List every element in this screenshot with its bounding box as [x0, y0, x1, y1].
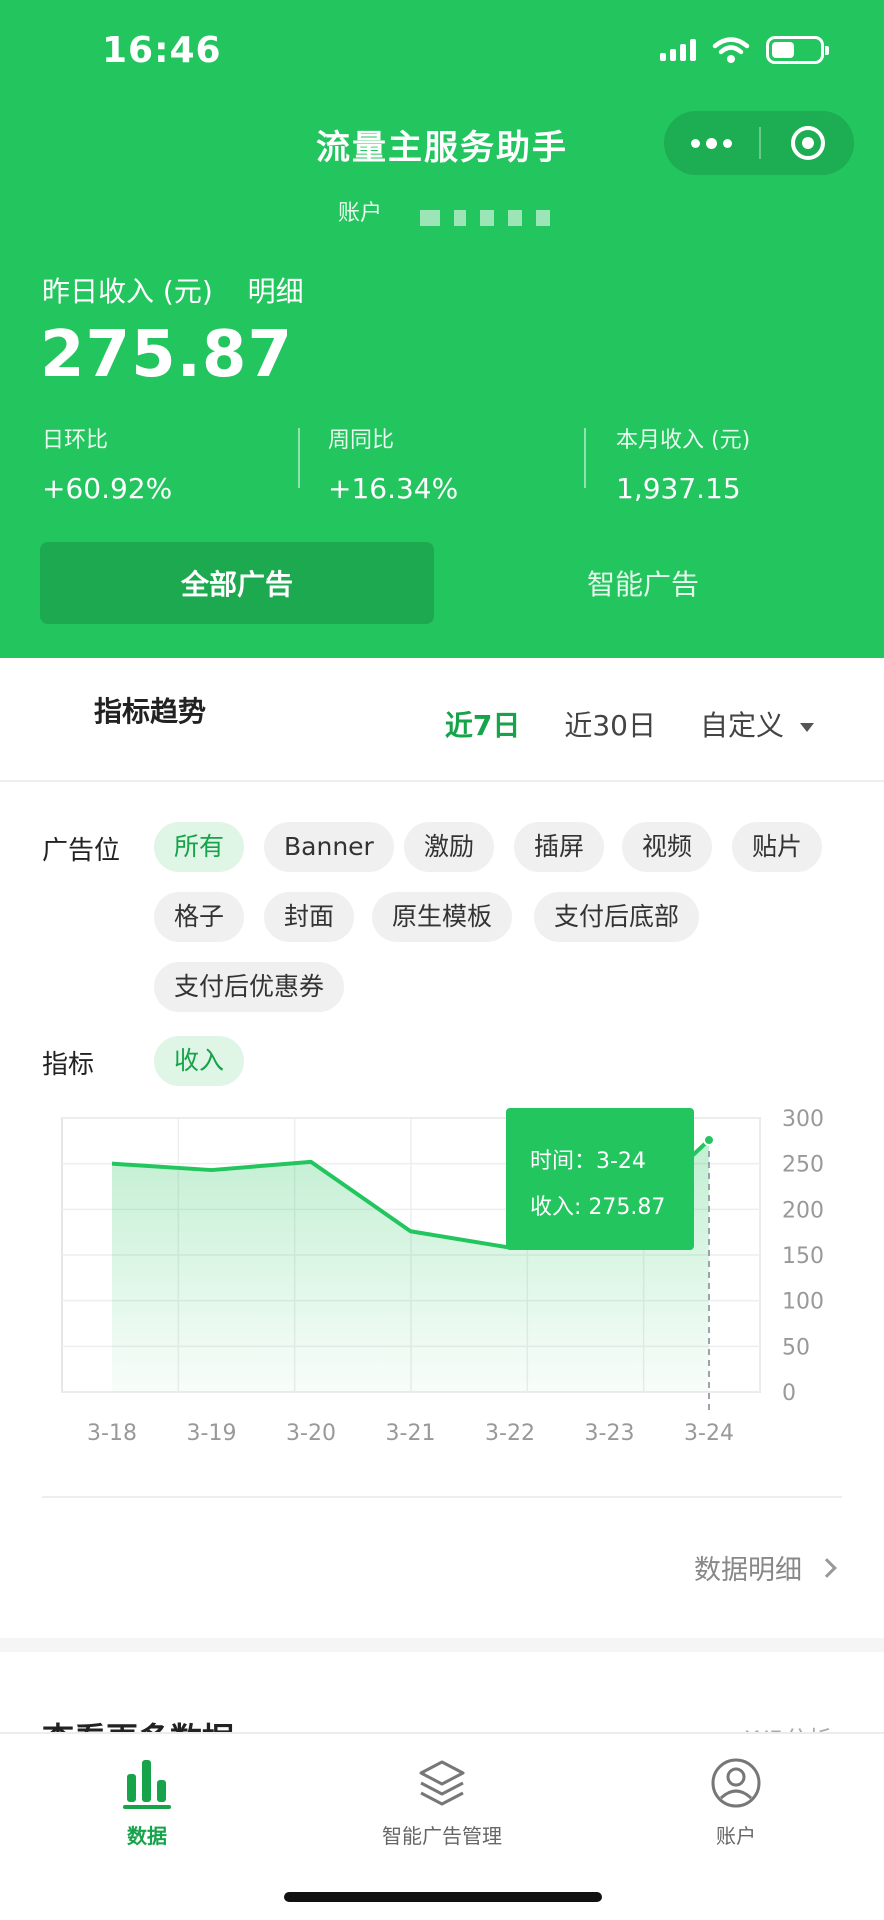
y-tick-label: 150: [782, 1244, 824, 1269]
more-data-card: 查看更多数据 W5分析: [0, 1652, 884, 1732]
range-selector: 近7日 近30日 自定义: [445, 704, 814, 744]
income-value: 275.87: [40, 318, 293, 392]
tooltip-time: 时间：3-24: [530, 1149, 646, 1174]
wifi-icon: [712, 37, 750, 63]
range-7-days[interactable]: 近7日: [445, 704, 520, 744]
chip-all[interactable]: 所有: [154, 822, 245, 872]
chip-metric-income[interactable]: 收入: [154, 1036, 245, 1086]
more-icon[interactable]: [664, 111, 759, 175]
battery-icon: [766, 36, 829, 64]
income-detail-link[interactable]: 明细: [248, 275, 304, 308]
stat-divider: [298, 428, 300, 488]
trend-title: 指标趋势: [94, 695, 207, 728]
stat-value: +60.92%: [42, 472, 173, 505]
data-detail-label: 数据明细: [694, 1555, 802, 1586]
ad-position-label: 广告位: [42, 836, 121, 866]
tab-label: 账户: [716, 1824, 756, 1848]
stat-day-over-day: 日环比 +60.92%: [42, 422, 172, 505]
masked-account-id: [420, 210, 551, 226]
bar-chart-icon: [37, 1752, 257, 1810]
chip-native-template[interactable]: 原生模板: [372, 892, 513, 942]
miniprogram-capsule: [664, 111, 854, 175]
y-tick-label: 50: [782, 1335, 810, 1360]
chip-banner[interactable]: Banner: [264, 822, 394, 872]
range-custom[interactable]: 自定义: [700, 704, 814, 744]
header-panel: 16:46 流量主服务助手 账户 昨日收入 (元) 明细 275.87 日环比 …: [0, 0, 884, 658]
data-detail-link[interactable]: 数据明细: [694, 1548, 837, 1587]
chevron-right-icon: [817, 1557, 837, 1578]
stat-label: 本月收入 (元): [616, 428, 751, 453]
tab-label: 数据: [127, 1824, 167, 1848]
x-tick-label: 3-21: [386, 1421, 436, 1446]
chip-preroll[interactable]: 贴片: [732, 822, 823, 872]
y-tick-label: 200: [782, 1198, 824, 1223]
data-point: [703, 1134, 715, 1147]
y-tick-label: 0: [782, 1381, 796, 1406]
account-label: 账户: [338, 201, 383, 226]
x-tick-label: 3-18: [87, 1421, 137, 1446]
chip-rewarded[interactable]: 激励: [404, 822, 495, 872]
range-30-days[interactable]: 近30日: [564, 704, 656, 744]
tooltip-value: 收入: 275.87: [530, 1195, 665, 1220]
stat-label: 周同比: [328, 428, 395, 453]
tab-account[interactable]: 账户: [626, 1752, 846, 1849]
metric-label: 指标: [42, 1050, 95, 1080]
chip-post-payment-bottom[interactable]: 支付后底部: [534, 892, 700, 942]
tab-label: 智能广告管理: [382, 1824, 502, 1848]
stat-label: 日环比: [42, 428, 109, 453]
home-indicator[interactable]: [284, 1892, 602, 1902]
chip-interstitial[interactable]: 插屏: [514, 822, 605, 872]
y-tick-label: 250: [782, 1153, 824, 1178]
tooltip-box: [506, 1108, 694, 1250]
range-custom-label: 自定义: [699, 709, 784, 742]
tab-smart-ad-management[interactable]: 智能广告管理: [332, 1752, 552, 1849]
x-tick-label: 3-20: [286, 1421, 336, 1446]
income-label-row: 昨日收入 (元) 明细: [42, 270, 304, 310]
income-trend-chart[interactable]: 0 50 100 150 200 250 300 3-18 3-19 3-20 3-21 3-22 3-…: [0, 1108, 884, 1478]
stat-week-over-week: 周同比 +16.34%: [328, 422, 458, 505]
y-tick-label: 300: [782, 1108, 824, 1132]
caret-down-icon: [800, 722, 814, 732]
divider: [42, 1496, 842, 1498]
stat-divider: [584, 428, 586, 488]
status-icons: [660, 36, 829, 64]
more-data-right[interactable]: W5分析: [745, 1720, 832, 1732]
segment-all-ads[interactable]: 全部广告: [40, 542, 434, 624]
tab-bar: 数据 智能广告管理 账户: [0, 1732, 884, 1920]
user-icon: [626, 1752, 846, 1810]
more-data-title[interactable]: 查看更多数据: [42, 1714, 234, 1732]
status-time: 16:46: [102, 30, 222, 71]
trend-card: 指标趋势 近7日 近30日 自定义 广告位 所有 Banner 激励 插屏 视频…: [0, 658, 884, 1638]
x-tick-label: 3-19: [187, 1421, 237, 1446]
y-tick-label: 100: [782, 1290, 824, 1315]
chip-video[interactable]: 视频: [622, 822, 713, 872]
divider: [0, 780, 884, 782]
income-label: 昨日收入 (元): [42, 275, 213, 308]
x-tick-label: 3-23: [585, 1421, 635, 1446]
stat-value: 1,937.15: [616, 472, 741, 505]
stat-month-income: 本月收入 (元) 1,937.15: [616, 422, 750, 505]
chip-post-payment-coupon[interactable]: 支付后优惠券: [154, 962, 345, 1012]
x-tick-label: 3-22: [485, 1421, 535, 1446]
chip-cover[interactable]: 封面: [264, 892, 355, 942]
layers-icon: [332, 1752, 552, 1810]
chip-grid[interactable]: 格子: [154, 892, 245, 942]
close-miniprogram-icon[interactable]: [761, 111, 854, 175]
segment-smart-ads[interactable]: 智能广告: [446, 542, 840, 624]
account-row: 账户: [338, 195, 551, 227]
tab-data[interactable]: 数据: [37, 1752, 257, 1849]
signal-icon: [660, 39, 696, 61]
x-tick-label: 3-24: [684, 1421, 734, 1446]
stat-value: +16.34%: [328, 472, 459, 505]
